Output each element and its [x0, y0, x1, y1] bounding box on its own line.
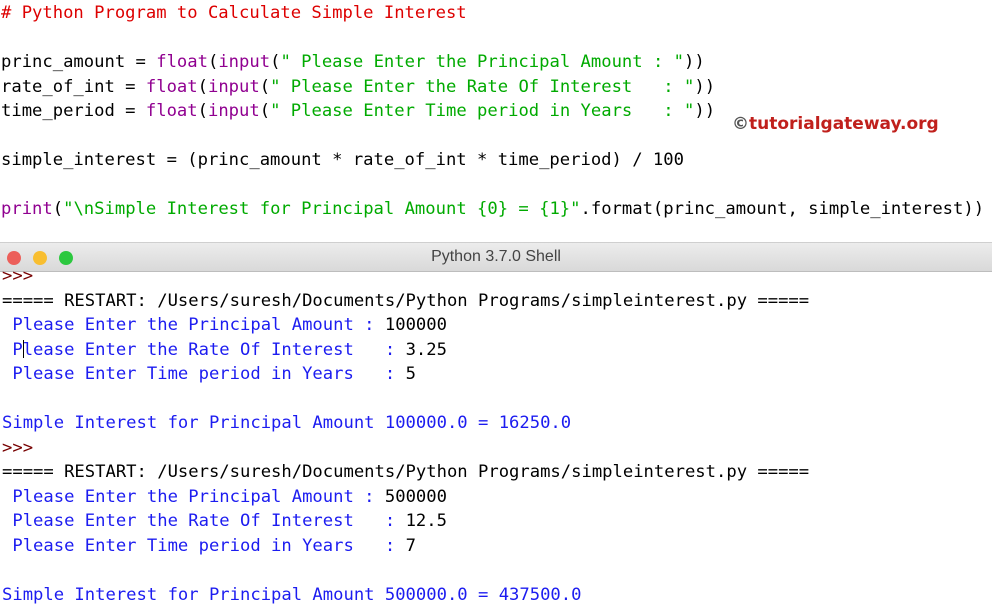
- plain-token: (: [208, 52, 218, 72]
- watermark-logo: ©tutorialgateway.org: [732, 114, 939, 134]
- plain-token: .format(princ_amount, simple_interest)): [581, 199, 985, 219]
- code-line: Simple Interest for Principal Amount 100…: [2, 411, 809, 436]
- builtin-token: input: [218, 52, 270, 72]
- stdout-token: Simple Interest for Principal Amount 100…: [2, 413, 571, 433]
- string-token: "\nSimple Interest for Principal Amount …: [63, 199, 580, 219]
- code-line: [2, 387, 809, 412]
- code-line: ===== RESTART: /Users/suresh/Documents/P…: [2, 460, 809, 485]
- builtin-token: float: [146, 101, 198, 121]
- plain-token: rate_of_int =: [1, 77, 146, 97]
- builtin-token: print: [1, 199, 53, 219]
- input-token: 7: [406, 536, 416, 556]
- input-token: 3.25: [406, 340, 447, 360]
- input-token: 100000: [385, 315, 447, 335]
- code-line: Simple Interest for Principal Amount 500…: [2, 583, 809, 608]
- code-line: princ_amount = float(input(" Please Ente…: [1, 50, 984, 75]
- prompt-token: >>>: [2, 438, 33, 458]
- code-line: rate_of_int = float(input(" Please Enter…: [1, 75, 984, 100]
- builtin-token: float: [146, 77, 198, 97]
- code-line: [2, 558, 809, 583]
- stdout-token: P: [2, 340, 23, 360]
- builtin-token: float: [156, 52, 208, 72]
- restart-token: ===== RESTART: /Users/suresh/Documents/P…: [2, 462, 809, 482]
- stdout-token: Please Enter the Principal Amount :: [2, 315, 385, 335]
- code-line: Please Enter Time period in Years : 5: [2, 362, 809, 387]
- plain-token: (: [198, 77, 208, 97]
- code-line: Please Enter Time period in Years : 7: [2, 534, 809, 559]
- plain-token: time_period =: [1, 101, 146, 121]
- input-token: 500000: [385, 487, 447, 507]
- code-line: # Python Program to Calculate Simple Int…: [1, 1, 984, 26]
- code-line: simple_interest = (princ_amount * rate_o…: [1, 148, 984, 173]
- code-line: >>>: [2, 264, 809, 289]
- input-token: 12.5: [406, 511, 447, 531]
- plain-token: )): [694, 77, 715, 97]
- string-token: " Please Enter the Principal Amount : ": [280, 52, 684, 72]
- builtin-token: input: [208, 77, 260, 97]
- code-line: [1, 173, 984, 198]
- code-line: >>>: [2, 436, 809, 461]
- comment-token: # Python Program to Calculate Simple Int…: [1, 3, 467, 23]
- plain-token: (: [53, 199, 63, 219]
- code-line: Please Enter the Rate Of Interest : 12.5: [2, 509, 809, 534]
- code-editor[interactable]: # Python Program to Calculate Simple Int…: [0, 0, 992, 240]
- code-line: ===== RESTART: /Users/suresh/Documents/P…: [2, 289, 809, 314]
- plain-token: )): [694, 101, 715, 121]
- plain-token: (: [260, 101, 270, 121]
- plain-token: simple_interest = (princ_amount * rate_o…: [1, 150, 684, 170]
- shell-output[interactable]: >>> ===== RESTART: /Users/suresh/Document…: [2, 264, 809, 607]
- builtin-token: input: [208, 101, 260, 121]
- code-line: Please Enter the Rate Of Interest : 3.25: [2, 338, 809, 363]
- code-line: Please Enter the Principal Amount : 5000…: [2, 485, 809, 510]
- input-token: 5: [406, 364, 416, 384]
- string-token: " Please Enter Time period in Years : ": [270, 101, 694, 121]
- plain-token: )): [684, 52, 705, 72]
- stdout-token: Please Enter the Principal Amount :: [2, 487, 385, 507]
- copyright-symbol: ©: [732, 114, 749, 134]
- restart-token: ===== RESTART: /Users/suresh/Documents/P…: [2, 291, 809, 311]
- code-line: Please Enter the Principal Amount : 1000…: [2, 313, 809, 338]
- code-line: [1, 26, 984, 51]
- code-text[interactable]: # Python Program to Calculate Simple Int…: [1, 1, 984, 222]
- prompt-token: >>>: [2, 266, 33, 286]
- code-line: print("\nSimple Interest for Principal A…: [1, 197, 984, 222]
- stdout-token: Please Enter Time period in Years :: [2, 364, 406, 384]
- plain-token: (: [198, 101, 208, 121]
- plain-token: (: [270, 52, 280, 72]
- stdout-token: Please Enter the Rate Of Interest :: [2, 511, 406, 531]
- stdout-token: lease Enter the Rate Of Interest :: [23, 340, 406, 360]
- string-token: " Please Enter the Rate Of Interest : ": [270, 77, 694, 97]
- watermark-text: tutorialgateway.org: [749, 114, 939, 134]
- python-shell-window: Python 3.7.0 Shell >>>===== RESTART: /Us…: [0, 242, 992, 608]
- stdout-token: Simple Interest for Principal Amount 500…: [2, 585, 581, 605]
- plain-token: (: [260, 77, 270, 97]
- plain-token: princ_amount =: [1, 52, 156, 72]
- stdout-token: Please Enter Time period in Years :: [2, 536, 406, 556]
